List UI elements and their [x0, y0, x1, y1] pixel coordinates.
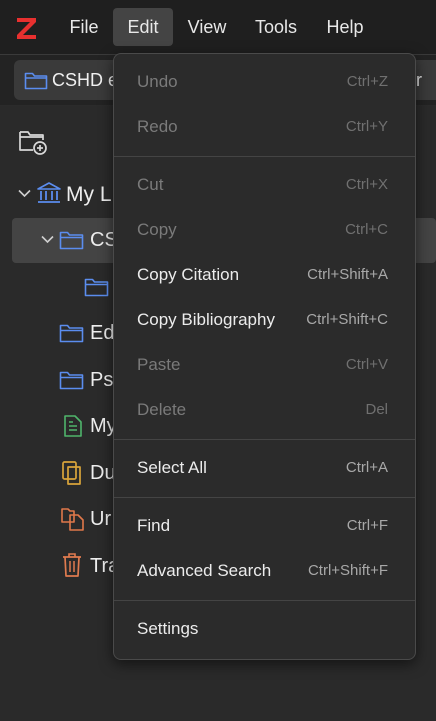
- new-collection-icon[interactable]: [18, 126, 48, 156]
- tree-label-ps: Ps: [90, 369, 114, 391]
- trash-icon: [63, 553, 81, 577]
- tree-label-my-library: My L: [66, 183, 112, 206]
- tree-label-ur: Ur: [90, 508, 112, 530]
- menu-item-advanced-search[interactable]: Advanced Search Ctrl+Shift+F: [114, 553, 415, 593]
- menu-item-shortcut: Ctrl+Shift+C: [306, 311, 388, 328]
- chevron-down-icon[interactable]: [18, 189, 31, 198]
- menu-file[interactable]: File: [58, 8, 110, 46]
- menu-item-label: Advanced Search: [137, 561, 272, 580]
- menu-item-label: Copy Bibliography: [137, 310, 275, 329]
- menu-item-label: Undo: [137, 72, 178, 91]
- menu-item-copy-bibliography[interactable]: Copy Bibliography Ctrl+Shift+C: [114, 302, 415, 342]
- menu-item-shortcut: Ctrl+F: [346, 517, 388, 534]
- menu-item-shortcut: Ctrl+X: [345, 176, 388, 193]
- menu-item-find[interactable]: Find Ctrl+F: [114, 508, 415, 548]
- library-icon: [37, 182, 61, 203]
- menu-item-undo: Undo Ctrl+Z: [114, 64, 415, 104]
- menu-item-paste: Paste Ctrl+V: [114, 347, 415, 387]
- menu-edit[interactable]: Edit: [113, 8, 173, 46]
- menu-item-shortcut: Ctrl+A: [345, 459, 388, 476]
- menu-item-redo: Redo Ctrl+Y: [114, 109, 415, 149]
- menu-item-shortcut: Ctrl+Z: [346, 73, 388, 90]
- menu-item-shortcut: Ctrl+Shift+F: [307, 562, 388, 579]
- menu-item-shortcut: Ctrl+C: [345, 221, 388, 238]
- folder-icon: [24, 72, 48, 90]
- menu-item-label: Delete: [137, 400, 187, 419]
- chevron-down-icon[interactable]: [41, 235, 54, 244]
- folder-icon: [59, 324, 84, 343]
- menu-item-copy-citation[interactable]: Copy Citation Ctrl+Shift+A: [114, 257, 415, 297]
- menu-help[interactable]: Help: [316, 8, 374, 46]
- menu-item-shortcut: Del: [365, 401, 388, 418]
- menu-item-label: Copy: [137, 220, 177, 239]
- tree-label-ed: Ed: [90, 322, 115, 344]
- menu-separator: [114, 156, 415, 157]
- folder-icon: [59, 231, 84, 250]
- edit-menu-dropdown: Undo Ctrl+Z Redo Ctrl+Y Cut Ctrl+X Copy …: [113, 53, 416, 660]
- menu-item-label: Find: [137, 516, 171, 535]
- menu-item-label: Cut: [137, 175, 164, 194]
- menu-item-select-all[interactable]: Select All Ctrl+A: [114, 450, 415, 490]
- menu-item-label: Redo: [137, 117, 178, 136]
- menu-item-delete: Delete Del: [114, 392, 415, 432]
- menu-item-settings[interactable]: Settings: [114, 611, 415, 651]
- menu-separator: [114, 600, 415, 601]
- menu-item-copy: Copy Ctrl+C: [114, 212, 415, 252]
- tab-title: CSHD e: [52, 70, 119, 90]
- menu-item-label: Settings: [137, 619, 199, 638]
- menu-tools[interactable]: Tools: [246, 8, 306, 46]
- menu-view[interactable]: View: [178, 8, 236, 46]
- folder-icon: [59, 371, 84, 390]
- menu-bar: File Edit View Tools Help: [0, 0, 436, 55]
- zotero-logo-icon[interactable]: [14, 12, 40, 42]
- menu-item-shortcut: Ctrl+V: [345, 356, 388, 373]
- menu-item-label: Copy Citation: [137, 265, 240, 284]
- menu-separator: [114, 497, 415, 498]
- menu-item-shortcut: Ctrl+Y: [345, 118, 388, 135]
- folder-icon: [84, 278, 109, 297]
- tree-label-du: Du: [90, 462, 116, 484]
- duplicates-icon: [62, 461, 81, 485]
- note-icon: [64, 415, 82, 437]
- menu-separator: [114, 439, 415, 440]
- menu-item-shortcut: Ctrl+Shift+A: [307, 266, 388, 283]
- menu-item-cut: Cut Ctrl+X: [114, 167, 415, 207]
- menu-item-label: Paste: [137, 355, 181, 374]
- menu-item-label: Select All: [137, 458, 207, 477]
- unfiled-icon: [61, 508, 84, 531]
